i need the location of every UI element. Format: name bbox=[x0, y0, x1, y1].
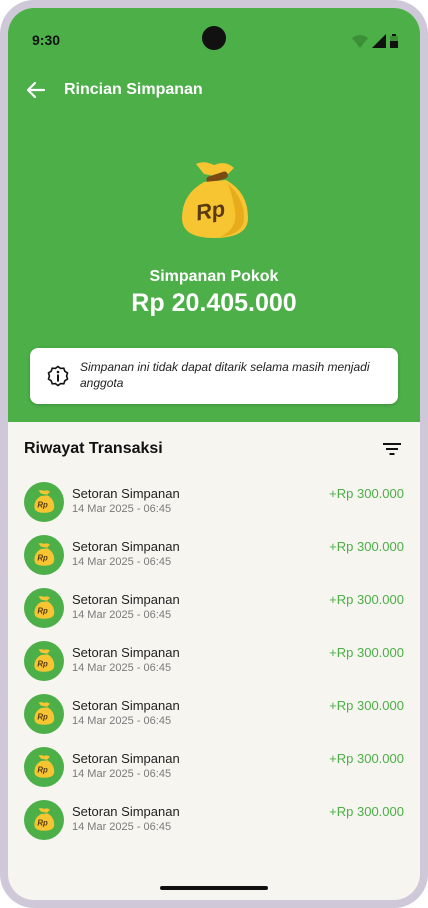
money-bag-icon: Rp bbox=[174, 160, 254, 244]
battery-icon bbox=[390, 34, 398, 48]
transaction-title: Setoran Simpanan bbox=[72, 645, 180, 660]
bag-rp-text: Rp bbox=[37, 500, 48, 509]
transaction-row[interactable]: Rp Setoran Simpanan 14 Mar 2025 - 06:45 +Rp… bbox=[8, 586, 420, 639]
screen: 9:30 Rincian Simpanan Rp Simpanan Pokok … bbox=[8, 8, 420, 900]
transaction-date: 14 Mar 2025 - 06:45 bbox=[72, 556, 172, 568]
info-notice: Simpanan ini tidak dapat ditarik selama … bbox=[30, 348, 398, 404]
app-bar: Rincian Simpanan bbox=[8, 66, 420, 114]
bag-rp-text: Rp bbox=[37, 818, 48, 827]
transaction-avatar: Rp bbox=[24, 588, 64, 628]
bag-rp-text: Rp bbox=[37, 765, 48, 774]
transaction-date: 14 Mar 2025 - 06:45 bbox=[72, 609, 172, 621]
balance-amount: Rp 20.405.000 bbox=[131, 289, 297, 317]
transaction-amount: +Rp 300.000 bbox=[329, 698, 404, 713]
transaction-avatar: Rp bbox=[24, 482, 64, 522]
transaction-date: 14 Mar 2025 - 06:45 bbox=[72, 821, 172, 833]
money-bag-icon: Rp bbox=[34, 490, 55, 513]
money-bag-icon: Rp bbox=[34, 543, 55, 566]
signal-icon bbox=[372, 34, 386, 48]
transaction-avatar: Rp bbox=[24, 694, 64, 734]
transaction-avatar: Rp bbox=[24, 535, 64, 575]
transaction-amount: +Rp 300.000 bbox=[329, 592, 404, 607]
money-bag-icon: Rp bbox=[34, 808, 55, 831]
transaction-date: 14 Mar 2025 - 06:45 bbox=[72, 768, 172, 780]
money-bag-icon: Rp bbox=[34, 596, 55, 619]
transaction-amount: +Rp 300.000 bbox=[329, 539, 404, 554]
page-title: Rincian Simpanan bbox=[64, 81, 203, 98]
back-button[interactable] bbox=[24, 78, 48, 102]
history-title: Riwayat Transaksi bbox=[24, 440, 163, 457]
transaction-avatar: Rp bbox=[24, 800, 64, 840]
bag-rp-text: Rp bbox=[37, 553, 48, 562]
money-bag-icon: Rp bbox=[34, 702, 55, 725]
bag-rp-text: Rp bbox=[37, 606, 48, 615]
transaction-title: Setoran Simpanan bbox=[72, 592, 180, 607]
arrow-left-icon bbox=[26, 81, 46, 99]
status-time: 9:30 bbox=[32, 32, 61, 48]
transaction-row[interactable]: Rp Setoran Simpanan 14 Mar 2025 - 06:45 +Rp… bbox=[8, 692, 420, 745]
transaction-amount: +Rp 300.000 bbox=[329, 486, 404, 501]
transaction-title: Setoran Simpanan bbox=[72, 698, 180, 713]
transaction-date: 14 Mar 2025 - 06:45 bbox=[72, 715, 172, 727]
money-bag-icon: Rp bbox=[34, 755, 55, 778]
transaction-avatar: Rp bbox=[24, 641, 64, 681]
transaction-title: Setoran Simpanan bbox=[72, 539, 180, 554]
transaction-avatar: Rp bbox=[24, 747, 64, 787]
transaction-amount: +Rp 300.000 bbox=[329, 645, 404, 660]
bag-rp-text: Rp bbox=[194, 196, 227, 226]
balance-header: 9:30 Rincian Simpanan Rp Simpanan Pokok … bbox=[8, 8, 420, 422]
wifi-icon bbox=[352, 35, 368, 48]
camera-cutout bbox=[202, 26, 226, 50]
transaction-date: 14 Mar 2025 - 06:45 bbox=[72, 662, 172, 674]
transaction-title: Setoran Simpanan bbox=[72, 486, 180, 501]
transaction-row[interactable]: Rp Setoran Simpanan 14 Mar 2025 - 06:45 +Rp… bbox=[8, 533, 420, 586]
info-icon bbox=[47, 365, 69, 387]
filter-button[interactable] bbox=[382, 440, 402, 458]
bag-rp-text: Rp bbox=[37, 659, 48, 668]
transaction-title: Setoran Simpanan bbox=[72, 751, 180, 766]
transaction-row[interactable]: Rp Setoran Simpanan 14 Mar 2025 - 06:45 +Rp… bbox=[8, 745, 420, 798]
transaction-title: Setoran Simpanan bbox=[72, 804, 180, 819]
device-frame: 9:30 Rincian Simpanan Rp Simpanan Pokok … bbox=[0, 0, 428, 908]
transaction-row[interactable]: Rp Setoran Simpanan 14 Mar 2025 - 06:45 +Rp… bbox=[8, 639, 420, 692]
notice-text: Simpanan ini tidak dapat ditarik selama … bbox=[80, 360, 370, 390]
transaction-list: Rp Setoran Simpanan 14 Mar 2025 - 06:45 +Rp… bbox=[8, 480, 420, 851]
balance-label: Simpanan Pokok bbox=[149, 268, 279, 285]
transaction-row[interactable]: Rp Setoran Simpanan 14 Mar 2025 - 06:45 +Rp… bbox=[8, 798, 420, 851]
filter-icon bbox=[383, 443, 401, 455]
transaction-amount: +Rp 300.000 bbox=[329, 751, 404, 766]
transaction-row[interactable]: Rp Setoran Simpanan 14 Mar 2025 - 06:45 +Rp… bbox=[8, 480, 420, 533]
bag-rp-text: Rp bbox=[37, 712, 48, 721]
transaction-amount: +Rp 300.000 bbox=[329, 804, 404, 819]
home-indicator[interactable] bbox=[160, 886, 268, 890]
transaction-date: 14 Mar 2025 - 06:45 bbox=[72, 503, 172, 515]
status-bar: 9:30 bbox=[8, 8, 420, 70]
money-bag-icon: Rp bbox=[34, 649, 55, 672]
status-icons bbox=[352, 34, 398, 48]
